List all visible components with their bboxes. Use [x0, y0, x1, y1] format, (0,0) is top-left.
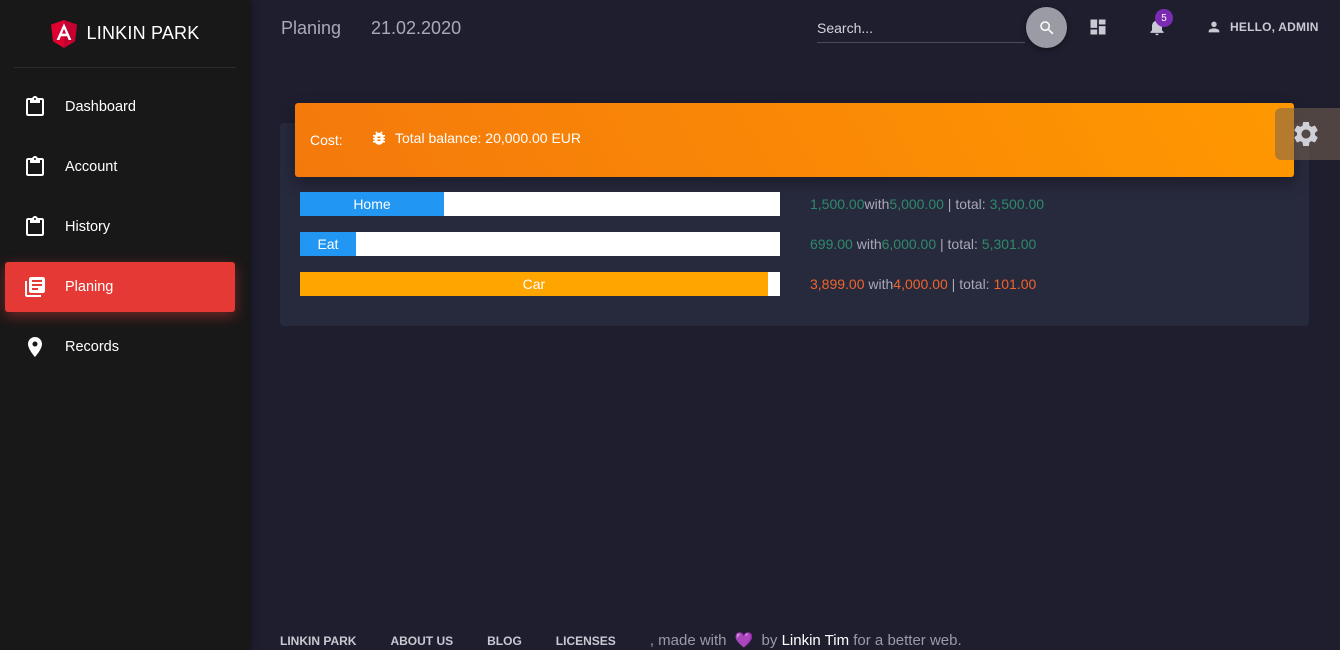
- total-label: | total:: [947, 276, 994, 292]
- gear-icon: [1294, 122, 1318, 146]
- heart-icon: 💜: [734, 632, 754, 649]
- with-label: with: [864, 196, 890, 212]
- dashboard-icon[interactable]: [1088, 17, 1108, 37]
- clipboard-icon: [26, 216, 44, 236]
- total-value: 5,301.00: [981, 236, 1037, 252]
- total-value: 3,500.00: [989, 196, 1045, 212]
- footer-tail: for a better web.: [849, 632, 962, 649]
- sidebar-nav: Dashboard Account History Planing Record…: [0, 82, 250, 372]
- budget-row-eat: Eat 699.00 with6,000.00 | total: 5,301.0…: [300, 232, 1300, 256]
- search-button[interactable]: [1026, 7, 1067, 48]
- notification-badge: 5: [1155, 9, 1173, 27]
- sidebar-item-records[interactable]: Records: [5, 322, 235, 372]
- brand-logo[interactable]: LINKIN PARK: [14, 0, 236, 68]
- user-menu[interactable]: HELLO, ADMIN: [1206, 18, 1319, 36]
- footer-link-linkin-park[interactable]: LINKIN PARK: [280, 634, 356, 648]
- footer-credit: , made with 💜 by Linkin Tim for a better…: [650, 631, 962, 649]
- progress-bar-fill: Car: [300, 272, 768, 296]
- sidebar-item-account[interactable]: Account: [5, 142, 235, 192]
- footer-link-about-us[interactable]: ABOUT US: [390, 634, 453, 648]
- spent-value: 699.00: [810, 236, 853, 252]
- total-label: | total:: [943, 196, 990, 212]
- footer-link-licenses[interactable]: LICENSES: [556, 634, 616, 648]
- budget-value: 6,000.00: [881, 236, 937, 252]
- budget-value: 4,000.00: [893, 276, 948, 292]
- budget-stats: 3,899.00 with4,000.00 | total: 101.00: [810, 276, 1036, 292]
- clipboard-icon: [26, 96, 44, 116]
- budget-stats: 1,500.00with5,000.00 | total: 3,500.00: [810, 196, 1044, 212]
- with-label: with: [864, 276, 894, 292]
- search-icon: [1039, 20, 1053, 34]
- sidebar-item-label: Records: [65, 339, 119, 355]
- made-with-text: , made with: [649, 632, 731, 649]
- user-greeting: HELLO, ADMIN: [1230, 20, 1319, 34]
- progress-bar-fill: Eat: [300, 232, 356, 256]
- location-pin-icon: [28, 337, 42, 357]
- sidebar-item-label: Account: [65, 159, 118, 175]
- search-input[interactable]: [817, 13, 1025, 43]
- brand-name: LINKIN PARK: [86, 23, 200, 43]
- clipboard-icon: [26, 156, 44, 176]
- budget-row-home: Home 1,500.00with5,000.00 | total: 3,500…: [300, 192, 1300, 216]
- footer: LINKIN PARK ABOUT US BLOG LICENSES , mad…: [280, 631, 962, 649]
- page-date: 21.02.2020: [371, 18, 462, 38]
- sidebar-item-planing[interactable]: Planing: [5, 262, 235, 312]
- with-label: with: [852, 236, 882, 252]
- sidebar: LINKIN PARK Dashboard Account History Pl…: [0, 0, 250, 650]
- sidebar-item-dashboard[interactable]: Dashboard: [5, 82, 235, 132]
- total-balance: Total balance: 20,000.00 EUR: [395, 130, 582, 146]
- bug-report-icon: [373, 131, 385, 145]
- sidebar-item-label: Planing: [65, 279, 114, 295]
- budget-stats: 699.00 with6,000.00 | total: 5,301.00: [810, 236, 1036, 252]
- page-title: Planing: [281, 18, 342, 38]
- footer-link-blog[interactable]: BLOG: [487, 634, 522, 648]
- angular-logo-icon: [50, 19, 77, 48]
- budget-value: 5,000.00: [889, 196, 944, 212]
- sidebar-item-label: Dashboard: [65, 99, 136, 115]
- author-link[interactable]: Linkin Tim: [782, 632, 850, 649]
- total-label: | total:: [936, 236, 982, 252]
- cost-label: Cost:: [310, 132, 343, 148]
- spent-value: 1,500.00: [810, 196, 865, 212]
- progress-bar: Car: [300, 272, 780, 296]
- library-books-icon: [25, 277, 45, 297]
- by-text: by: [757, 632, 782, 649]
- progress-bar-fill: Home: [300, 192, 444, 216]
- sidebar-item-history[interactable]: History: [5, 202, 235, 252]
- budget-row-car: Car 3,899.00 with4,000.00 | total: 101.0…: [300, 272, 1300, 296]
- top-navbar: Planing 21.02.2020 5 HELLO, ADMIN: [250, 0, 1340, 56]
- settings-toggle[interactable]: [1275, 108, 1340, 160]
- spent-value: 3,899.00: [810, 276, 865, 292]
- person-icon: [1208, 21, 1220, 33]
- card-header: Cost: Total balance: 20,000.00 EUR: [295, 103, 1294, 177]
- progress-bar: Eat: [300, 232, 780, 256]
- sidebar-item-label: History: [65, 219, 111, 235]
- progress-bar: Home: [300, 192, 780, 216]
- total-value: 101.00: [993, 276, 1037, 292]
